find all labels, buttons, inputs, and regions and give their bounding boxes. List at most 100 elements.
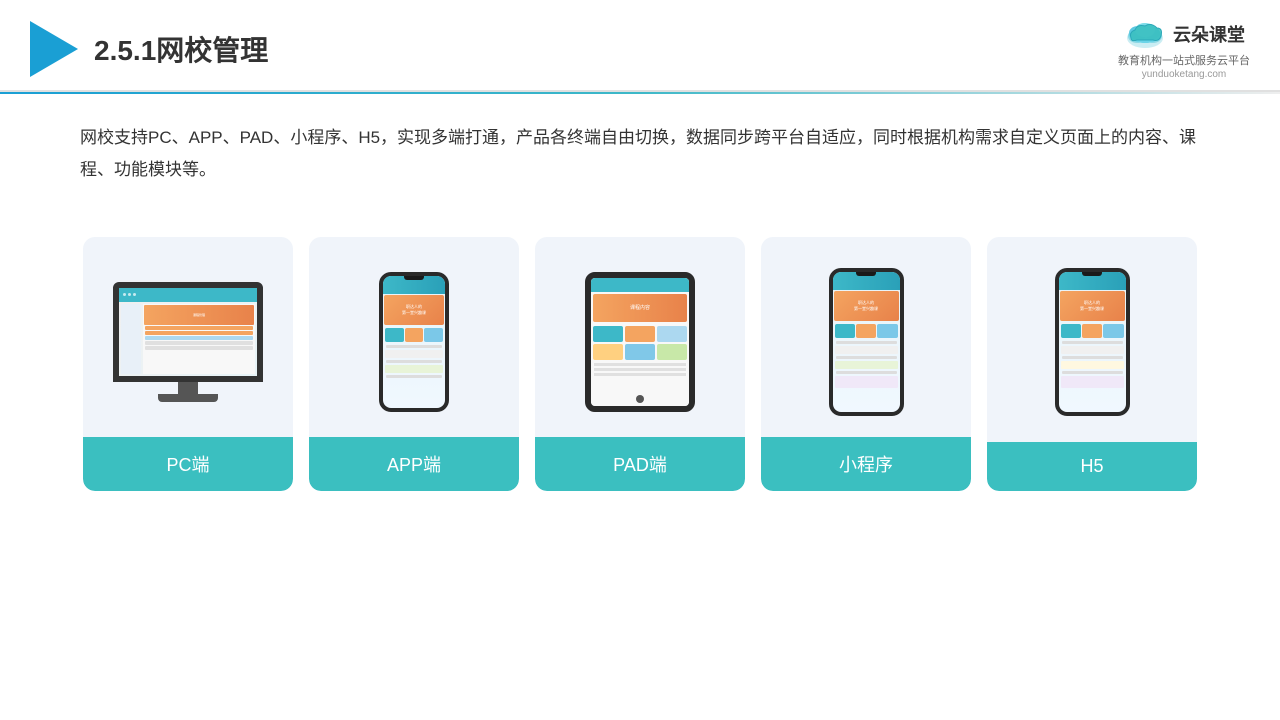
app-label: APP端	[309, 437, 519, 491]
app-grid-3	[424, 328, 443, 342]
pad-grid	[593, 326, 687, 360]
mp-block-1	[835, 346, 898, 354]
pad-row-2	[594, 368, 686, 371]
brand-tagline: 教育机构一站式服务云平台	[1118, 52, 1250, 68]
pc-row-2	[145, 331, 253, 335]
h5-image-area: 职达人的第一堂兴趣课	[987, 237, 1197, 437]
h5-row-1	[1062, 341, 1123, 344]
pc-card: 课程管理 PC端	[83, 237, 293, 491]
pc-banner-text: 课程管理	[193, 313, 205, 317]
device-cards-container: 课程管理 PC端	[0, 207, 1280, 511]
mp-grid-1	[835, 324, 855, 338]
pad-grid-6	[657, 344, 687, 360]
pc-row-1	[145, 326, 253, 330]
brand-area: 云朵课堂 教育机构一站式服务云平台 yunduoketang.com	[1118, 18, 1250, 80]
miniprogram-banner: 职达人的第一堂兴趣课	[834, 291, 899, 321]
phone-notch	[404, 276, 424, 280]
h5-block-1	[1061, 346, 1124, 354]
h5-row-3	[1062, 371, 1123, 374]
mp-row-2	[836, 356, 897, 359]
app-banner-text: 职达人的第一堂兴趣课	[402, 304, 426, 314]
h5-block-2	[1061, 361, 1124, 369]
mp-block-2	[835, 361, 898, 369]
miniprogram-phone-mockup: 职达人的第一堂兴趣课	[829, 268, 904, 416]
pc-dot-1	[123, 293, 126, 296]
brand-url: yunduoketang.com	[1142, 69, 1227, 80]
pc-mockup: 课程管理	[113, 282, 263, 402]
pad-screen-header	[591, 278, 689, 292]
app-row-2	[386, 360, 442, 363]
h5-block-3	[1061, 376, 1124, 388]
pc-neck	[178, 382, 198, 394]
miniprogram-card: 职达人的第一堂兴趣课 小程序	[761, 237, 971, 491]
pc-row-3	[145, 336, 253, 340]
pad-tablet-mockup: 课程内容	[585, 272, 695, 412]
h5-notch	[1082, 272, 1102, 276]
pad-label: PAD端	[535, 437, 745, 491]
miniprogram-label: 小程序	[761, 437, 971, 491]
app-grid	[385, 328, 443, 342]
h5-grid	[1061, 324, 1124, 338]
pc-row-5	[145, 346, 253, 350]
pad-row-3	[594, 373, 686, 376]
mp-row-3	[836, 371, 897, 374]
pc-row-4	[145, 341, 253, 345]
pad-grid-4	[593, 344, 623, 360]
miniprogram-grid	[835, 324, 898, 338]
miniprogram-banner-text: 职达人的第一堂兴趣课	[854, 300, 878, 310]
app-row-1	[386, 345, 442, 348]
app-screen: 职达人的第一堂兴趣课	[383, 276, 445, 408]
h5-banner: 职达人的第一堂兴趣课	[1060, 291, 1125, 321]
h5-grid-2	[1082, 324, 1102, 338]
pad-row-1	[594, 363, 686, 366]
h5-grid-3	[1103, 324, 1123, 338]
h5-label: H5	[987, 442, 1197, 491]
description-text: 网校支持PC、APP、PAD、小程序、H5，实现多端打通，产品各终端自由切换，数…	[80, 128, 1196, 179]
app-block-1	[385, 350, 443, 358]
mp-row-1	[836, 341, 897, 344]
app-grid-1	[385, 328, 404, 342]
brand-name: 云朵课堂	[1173, 21, 1245, 47]
pc-screen-header	[119, 288, 257, 302]
miniprogram-notch	[856, 272, 876, 276]
pc-image-area: 课程管理	[83, 237, 293, 437]
h5-card: 职达人的第一堂兴趣课 H5	[987, 237, 1197, 491]
pad-image-area: 课程内容	[535, 237, 745, 437]
brand-logo: 云朵课堂	[1123, 18, 1245, 50]
mp-grid-3	[877, 324, 897, 338]
pc-sidebar	[121, 304, 141, 374]
page-description: 网校支持PC、APP、PAD、小程序、H5，实现多端打通，产品各终端自由切换，数…	[0, 94, 1280, 197]
pc-monitor: 课程管理	[113, 282, 263, 382]
app-phone-mockup: 职达人的第一堂兴趣课	[379, 272, 449, 412]
app-block-2	[385, 365, 443, 373]
cloud-logo-icon	[1123, 18, 1167, 50]
header-left: 2.5.1网校管理	[30, 21, 268, 77]
pad-banner-text: 课程内容	[630, 304, 650, 311]
h5-screen: 职达人的第一堂兴趣课	[1059, 272, 1126, 412]
app-image-area: 职达人的第一堂兴趣课	[309, 237, 519, 437]
pad-grid-2	[625, 326, 655, 342]
h5-grid-1	[1061, 324, 1081, 338]
app-banner: 职达人的第一堂兴趣课	[384, 295, 444, 325]
app-card: 职达人的第一堂兴趣课 APP端	[309, 237, 519, 491]
pad-grid-1	[593, 326, 623, 342]
pc-base	[158, 394, 218, 402]
pad-grid-5	[625, 344, 655, 360]
miniprogram-screen: 职达人的第一堂兴趣课	[833, 272, 900, 412]
pc-screen-body: 课程管理	[119, 302, 257, 376]
pc-screen: 课程管理	[119, 288, 257, 376]
h5-row-2	[1062, 356, 1123, 359]
mp-grid-2	[856, 324, 876, 338]
pad-home-button	[636, 395, 644, 403]
pad-banner: 课程内容	[593, 294, 687, 322]
pad-screen: 课程内容	[591, 278, 689, 406]
page-title: 2.5.1网校管理	[94, 29, 268, 69]
app-row-3	[386, 375, 442, 378]
h5-banner-text: 职达人的第一堂兴趣课	[1080, 300, 1104, 310]
app-grid-2	[405, 328, 424, 342]
h5-phone-mockup: 职达人的第一堂兴趣课	[1055, 268, 1130, 416]
pc-dot-2	[128, 293, 131, 296]
pc-banner: 课程管理	[144, 305, 254, 325]
pad-grid-3	[657, 326, 687, 342]
page-header: 2.5.1网校管理 云朵课堂 教育机构一站式服务云平台 yunduoketang…	[0, 0, 1280, 92]
